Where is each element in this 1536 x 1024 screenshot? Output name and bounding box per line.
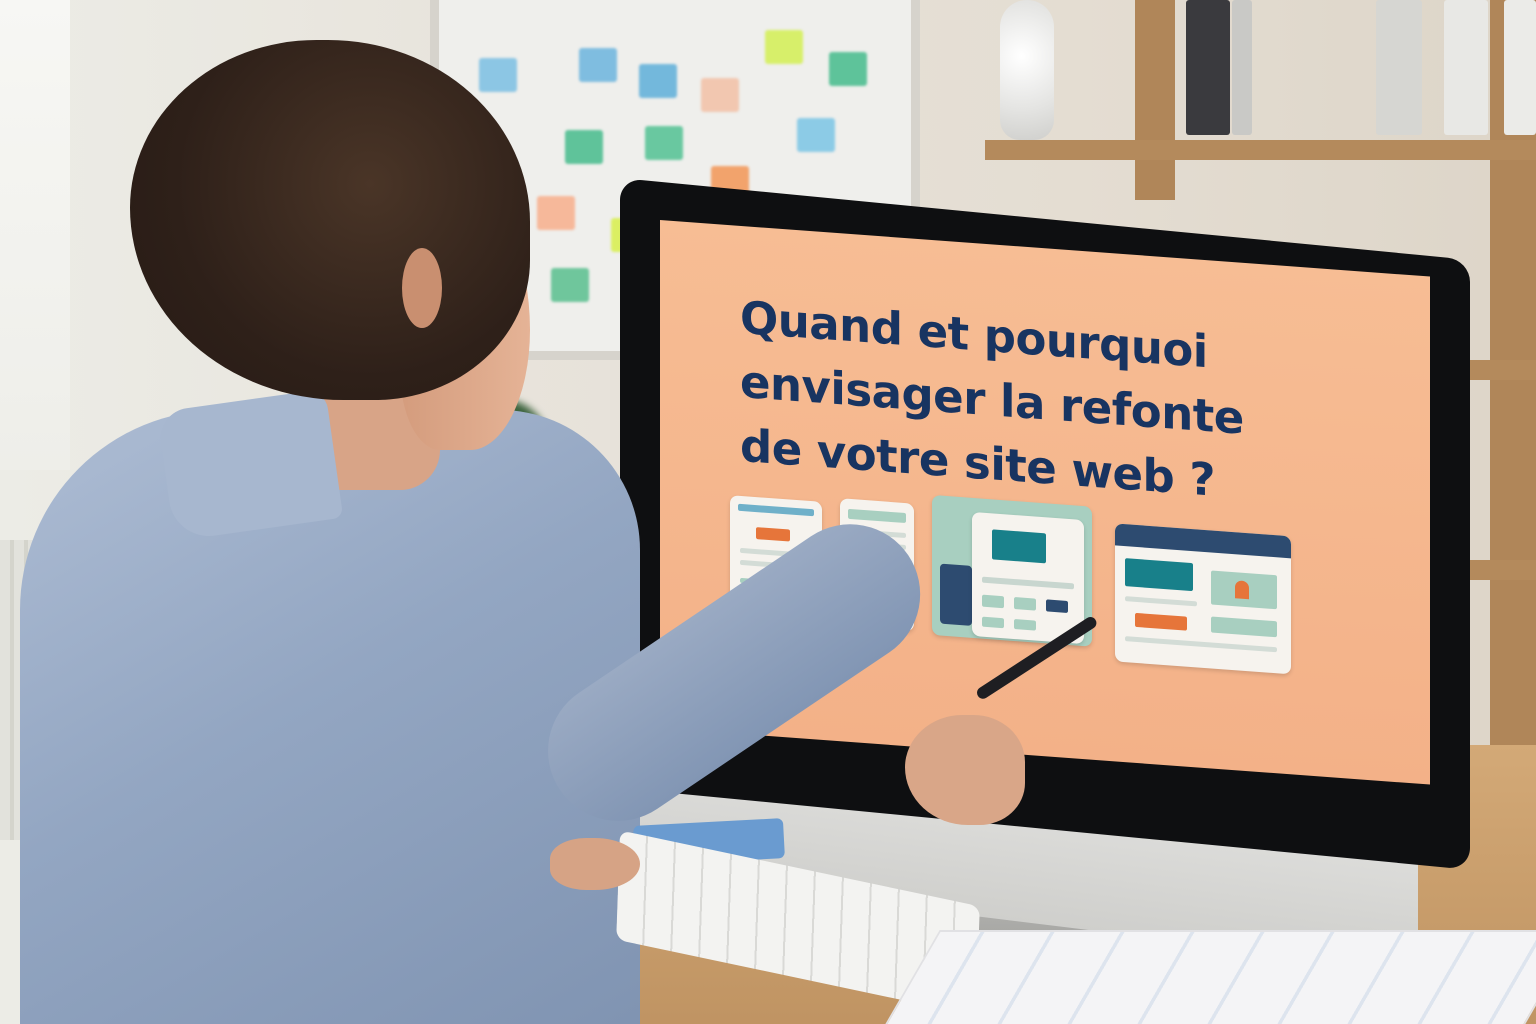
website-mockup-card bbox=[1115, 523, 1291, 675]
sticky-note bbox=[479, 58, 517, 92]
vase bbox=[1000, 0, 1054, 140]
sticky-note bbox=[829, 52, 867, 86]
person-hand bbox=[905, 715, 1025, 825]
window-light bbox=[0, 0, 70, 470]
screen-headline: Quand et pourquoi envisager la refonte d… bbox=[740, 286, 1380, 525]
person-left-hand bbox=[550, 838, 640, 890]
shelf-post bbox=[1135, 0, 1175, 200]
sticky-note bbox=[701, 78, 739, 112]
binder bbox=[1504, 0, 1536, 135]
binder bbox=[1376, 0, 1422, 135]
binder bbox=[1186, 0, 1230, 135]
sticky-note bbox=[645, 126, 683, 160]
wireframe-papers bbox=[870, 930, 1536, 1024]
sticky-note bbox=[639, 64, 677, 98]
sticky-note bbox=[579, 48, 617, 82]
photo-scene: Quand et pourquoi envisager la refonte d… bbox=[0, 0, 1536, 1024]
binder bbox=[1232, 0, 1252, 135]
person-hair bbox=[130, 40, 530, 400]
website-mockup-card-inner bbox=[972, 511, 1084, 645]
shelf-board bbox=[985, 140, 1536, 160]
sticky-note bbox=[551, 268, 589, 302]
sticky-note bbox=[565, 130, 603, 164]
sticky-note bbox=[537, 196, 575, 230]
person-ear bbox=[402, 248, 442, 328]
sticky-note bbox=[797, 118, 835, 152]
person-collar bbox=[156, 388, 344, 542]
sticky-note bbox=[765, 30, 803, 64]
binder bbox=[1444, 0, 1488, 135]
website-mockup-card bbox=[932, 494, 1092, 647]
